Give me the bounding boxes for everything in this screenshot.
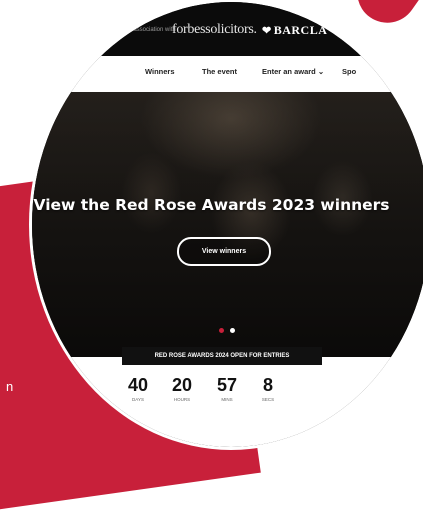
partner-prefix: in association with [127, 27, 176, 33]
view-winners-button[interactable]: View winners [177, 237, 271, 266]
nav-item-sponsors[interactable]: Spo [342, 67, 356, 76]
website-preview-circle: in association with forbessolicitors. ❤ B… [32, 2, 423, 447]
barclays-logo-text: BARCLA [273, 23, 328, 37]
slider-dot-1[interactable] [219, 328, 224, 333]
background-text: n [6, 378, 13, 396]
nav-item-the-event[interactable]: The event [202, 67, 237, 76]
countdown-hours: 20 HOURS [162, 375, 202, 402]
entries-countdown: RED ROSE AWARDS 2024 OPEN FOR ENTRIES 40… [32, 347, 423, 447]
slider-dot-2[interactable] [230, 328, 235, 333]
countdown-mins-value: 57 [216, 375, 238, 395]
sponsor-bar: in association with forbessolicitors. ❤ B… [32, 2, 423, 56]
barclays-logo[interactable]: ❤ BARCLA [262, 23, 327, 38]
countdown-mins-label: MINS [221, 397, 233, 402]
countdown-secs-label: SECS [261, 397, 275, 402]
countdown-days-value: 40 [127, 375, 149, 395]
main-nav: Winners The event Enter an award ⌄ Spo [32, 56, 423, 93]
nav-item-winners[interactable]: Winners [145, 67, 175, 76]
slider-dots [219, 328, 235, 333]
forbes-solicitors-logo[interactable]: forbessolicitors. [172, 22, 257, 38]
countdown-days-label: DAYS [132, 397, 144, 402]
countdown-secs: 8 SECS [248, 375, 288, 402]
countdown-secs-value: 8 [262, 375, 273, 395]
countdown-mins: 57 MINS [207, 375, 247, 402]
eagle-icon: ❤ [262, 25, 272, 37]
hero-slide: View the Red Rose Awards 2023 winners Vi… [32, 92, 423, 357]
nav-item-enter-award[interactable]: Enter an award ⌄ [262, 67, 324, 76]
hero-title: View the Red Rose Awards 2023 winners [33, 196, 390, 214]
background-text-line: n [6, 379, 14, 394]
countdown-banner: RED ROSE AWARDS 2024 OPEN FOR ENTRIES [122, 347, 322, 365]
countdown-days: 40 DAYS [118, 375, 158, 402]
countdown-hours-value: 20 [171, 375, 193, 395]
countdown-hours-label: HOURS [173, 397, 191, 402]
